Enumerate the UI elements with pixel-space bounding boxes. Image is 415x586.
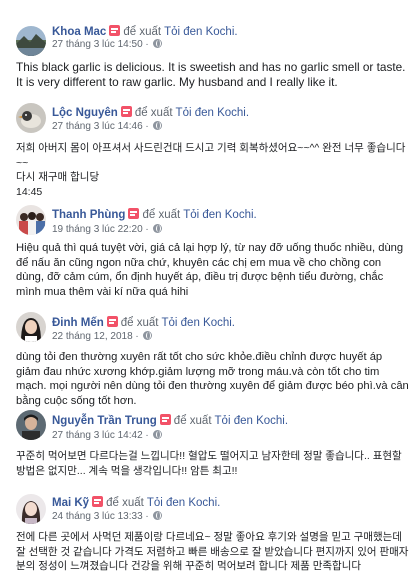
reviewer-name[interactable]: Đinh Mến (52, 317, 104, 329)
recommend-text: để xuất (142, 209, 181, 221)
reviewer-line: Mai Kỹ để xuất Tỏi đen Kochi. (52, 496, 220, 510)
timestamp[interactable]: 24 tháng 3 lúc 13:33 · (52, 511, 162, 523)
page-link[interactable]: Tỏi đen Kochi. (147, 497, 221, 509)
recommend-text: để xuất (120, 317, 159, 329)
reviewer-name[interactable]: Mai Kỹ (52, 497, 89, 509)
reviewer-line: Khoa Mac để xuất Tỏi đen Kochi. (52, 25, 238, 39)
recommend-icon (109, 25, 121, 36)
timestamp-text: 24 tháng 3 lúc 13:33 · (52, 511, 149, 522)
timestamp-text: 27 tháng 3 lúc 14:42 · (52, 430, 149, 441)
recommend-text: để xuất (134, 107, 173, 119)
review-text: 저희 아버지 몸이 아프셔서 사드린건대 드시고 기력 회복하셨어요~~^^ 완… (16, 142, 406, 198)
avatar[interactable] (16, 410, 46, 440)
reviewer-line: Nguyễn Trần Trung để xuất Tỏi đen Kochi. (52, 414, 288, 428)
reviewer-name[interactable]: Khoa Mac (52, 26, 106, 38)
globe-icon (142, 331, 152, 340)
page-link[interactable]: Tỏi đen Kochi. (161, 317, 235, 329)
avatar[interactable] (16, 494, 46, 524)
globe-icon (152, 121, 162, 130)
review-text: This black garlic is delicious. It is sw… (16, 60, 406, 89)
recommend-icon (128, 208, 140, 219)
recommend-text: để xuất (106, 497, 144, 509)
avatar[interactable] (16, 205, 46, 235)
timestamp-text: 19 tháng 3 lúc 22:20 · (52, 224, 149, 235)
globe-icon (152, 39, 162, 48)
globe-icon (152, 511, 162, 520)
timestamp-text: 27 tháng 3 lúc 14:46 · (52, 121, 149, 132)
timestamp-text: 27 tháng 3 lúc 14:50 · (52, 39, 149, 50)
reviewer-name[interactable]: Thanh Phùng (52, 209, 125, 221)
page-link[interactable]: Tỏi đen Kochi. (164, 26, 238, 38)
reviewer-name[interactable]: Nguyễn Trần Trung (52, 415, 157, 427)
reviewer-name[interactable]: Lộc Nguyên (52, 107, 118, 119)
timestamp[interactable]: 22 tháng 12, 2018 · (52, 331, 152, 343)
timestamp[interactable]: 27 tháng 3 lúc 14:50 · (52, 39, 162, 51)
review-text: dùng tỏi đen thường xuyên rất tốt cho sứ… (16, 351, 409, 407)
review-text: 전에 다른 곳에서 사먹던 제품이랑 다르네요~ 정말 좋아요 후기와 설명을 … (16, 531, 409, 572)
globe-icon (152, 224, 162, 233)
recommend-icon (159, 414, 171, 425)
avatar[interactable] (16, 312, 46, 342)
recommend-text: để xuất (123, 26, 162, 38)
review-feed: Khoa Mac để xuất Tỏi đen Kochi. 27 tháng … (0, 0, 415, 586)
timestamp-text: 22 tháng 12, 2018 · (52, 331, 139, 342)
page-link[interactable]: Tỏi đen Kochi. (183, 209, 257, 221)
recommend-icon (120, 106, 132, 117)
timestamp[interactable]: 19 tháng 3 lúc 22:20 · (52, 224, 162, 236)
recommend-icon (106, 316, 118, 327)
avatar[interactable] (16, 26, 46, 56)
globe-icon (152, 430, 162, 439)
reviewer-line: Thanh Phùng để xuất Tỏi đen Kochi. (52, 208, 257, 222)
page-link[interactable]: Tỏi đen Kochi. (176, 107, 250, 119)
reviewer-line: Đinh Mến để xuất Tỏi đen Kochi. (52, 316, 235, 330)
avatar[interactable] (16, 103, 46, 133)
timestamp[interactable]: 27 tháng 3 lúc 14:42 · (52, 430, 162, 442)
reviewer-line: Lộc Nguyên để xuất Tỏi đen Kochi. (52, 106, 249, 120)
recommend-text: để xuất (173, 415, 212, 427)
review-text: Hiệu quả thì quá tuyệt vời, giá cả lại h… (16, 242, 404, 298)
review-text: 꾸준히 먹어보면 다르다는걸 느낍니다!! 혈압도 떨어지고 남자한테 정말 좋… (16, 450, 402, 477)
recommend-icon (92, 496, 104, 507)
page-link[interactable]: Tỏi đen Kochi. (215, 415, 289, 427)
timestamp[interactable]: 27 tháng 3 lúc 14:46 · (52, 121, 162, 133)
